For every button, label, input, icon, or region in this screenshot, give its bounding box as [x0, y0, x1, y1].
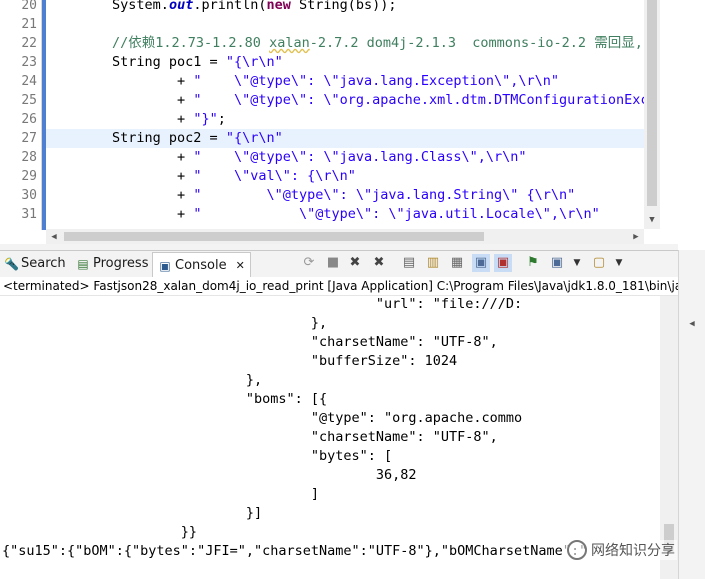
search-flashlight-icon: 🔦 — [4, 256, 19, 271]
line-number: 30 — [21, 188, 37, 203]
console-line: }} — [2, 524, 198, 540]
editor-vscroll-thumb[interactable] — [647, 0, 657, 206]
console-line: "charsetName": "UTF-8", — [2, 429, 498, 445]
editor-hscroll-thumb[interactable] — [64, 232, 484, 241]
line-number: 22 — [21, 36, 37, 51]
console-monitor-icon: ▣ — [159, 258, 171, 273]
scroll-left-arrow-icon[interactable]: ◀ — [48, 231, 60, 243]
console-line: "bytes": [ — [2, 448, 393, 464]
remove-all-icon[interactable]: ✖ — [370, 254, 388, 272]
collapse-left-arrow-icon[interactable]: ◀ — [686, 318, 698, 330]
watermark: 网络知识分享 — [565, 540, 677, 560]
tab-search[interactable]: 🔦 Search — [4, 256, 66, 271]
scroll-right-arrow-icon[interactable]: ▶ — [630, 231, 642, 243]
code-line-31[interactable]: + " \"@type\": \"java.util.Locale\",\r\n… — [47, 205, 600, 224]
clear-console-icon[interactable]: ▤ — [400, 254, 418, 272]
pin-console-icon[interactable]: ⚑ — [524, 254, 542, 272]
chevron-down-icon[interactable]: ▼ — [568, 254, 586, 272]
code-line-22[interactable]: //依赖1.2.73-1.2.80 xalan-2.7.2 dom4j-2.1.… — [47, 34, 643, 53]
code-line-24[interactable]: + " \"@type\": \"java.lang.Exception\",\… — [47, 72, 559, 91]
console-line: "url": "file:///D: — [2, 296, 523, 312]
line-number: 29 — [21, 169, 37, 184]
show-on-output-icon[interactable]: ▣ — [472, 254, 490, 272]
change-ruler — [42, 0, 46, 230]
console-line: "@type": "org.apache.commo — [2, 410, 523, 426]
code-line-29[interactable]: + " \"val\": {\r\n" — [47, 167, 356, 186]
tab-console[interactable]: ▣ Console ✕ — [152, 252, 251, 278]
code-line-20[interactable]: System.out.println(new String(bs)); — [47, 0, 397, 15]
console-line: ] — [2, 486, 319, 502]
new-console-icon[interactable]: ▢ — [590, 254, 608, 272]
line-number: 26 — [21, 112, 37, 127]
console-line: }] — [2, 505, 263, 521]
line-number: 21 — [21, 17, 37, 32]
line-number: 27 — [21, 131, 37, 146]
code-line-26[interactable]: + "}"; — [47, 110, 226, 129]
line-number: 24 — [21, 74, 37, 89]
chevron-down-icon[interactable]: ▼ — [610, 254, 628, 272]
code-line-25[interactable]: + " \"@type\": \"org.apache.xml.dtm.DTMC… — [47, 91, 657, 110]
console-line: }, — [2, 315, 328, 331]
console-vertical-scrollbar[interactable] — [660, 296, 678, 579]
display-console-icon[interactable]: ▣ — [548, 254, 566, 272]
right-trim-strip: ◀ — [678, 250, 705, 579]
code-line-27[interactable]: String poc2 = "{\r\n" — [47, 129, 283, 148]
tab-progress[interactable]: ▤ Progress — [76, 256, 148, 271]
console-line: "boms": [{ — [2, 391, 328, 407]
console-status-line: <terminated> Fastjson28_xalan_dom4j_io_r… — [0, 277, 681, 296]
console-line: {"su15":{"bOM":{"bytes":"JFI=","charsetN… — [2, 543, 588, 559]
line-number: 31 — [21, 207, 37, 222]
line-number: 20 — [21, 0, 37, 13]
code-line-28[interactable]: + " \"@type\": \"java.lang.Class\",\r\n" — [47, 148, 527, 167]
watermark-logo-icon — [567, 540, 587, 560]
code-line-23[interactable]: String poc1 = "{\r\n" — [47, 53, 283, 72]
editor-vertical-scrollbar[interactable]: ▼ — [644, 0, 660, 229]
close-tab-icon[interactable]: ✕ — [236, 259, 245, 272]
stop-icon[interactable]: ■ — [324, 254, 342, 272]
terminate-all-icon[interactable]: ⟳ — [300, 254, 318, 272]
console-line: }, — [2, 372, 263, 388]
line-number: 28 — [21, 150, 37, 165]
code-line-30[interactable]: + " \"@type\": \"java.lang.String\" {\r\… — [47, 186, 575, 205]
console-line: "charsetName": "UTF-8", — [2, 334, 498, 350]
show-on-error-icon[interactable]: ▣ — [494, 254, 512, 272]
editor-horizontal-scrollbar[interactable]: ◀ ▶ — [46, 229, 644, 244]
console-line: 36,82 — [2, 467, 417, 483]
line-number-gutter: 20 21 22 23 24 25 26 27 28 29 30 31 — [0, 0, 41, 230]
remove-launch-icon[interactable]: ✖ — [346, 254, 364, 272]
console-line: "bufferSize": 1024 — [2, 353, 458, 369]
scroll-lock-icon[interactable]: ▥ — [424, 254, 442, 272]
console-output[interactable]: "url": "file:///D: }, "charsetName": "UT… — [0, 296, 660, 579]
line-number: 25 — [21, 93, 37, 108]
line-number: 23 — [21, 55, 37, 70]
scroll-down-arrow-icon[interactable]: ▼ — [646, 214, 658, 226]
progress-icon: ▤ — [77, 256, 89, 271]
code-editor[interactable]: 20 21 22 23 24 25 26 27 28 29 30 31 Syst… — [0, 0, 660, 230]
word-wrap-icon[interactable]: ▦ — [448, 254, 466, 272]
